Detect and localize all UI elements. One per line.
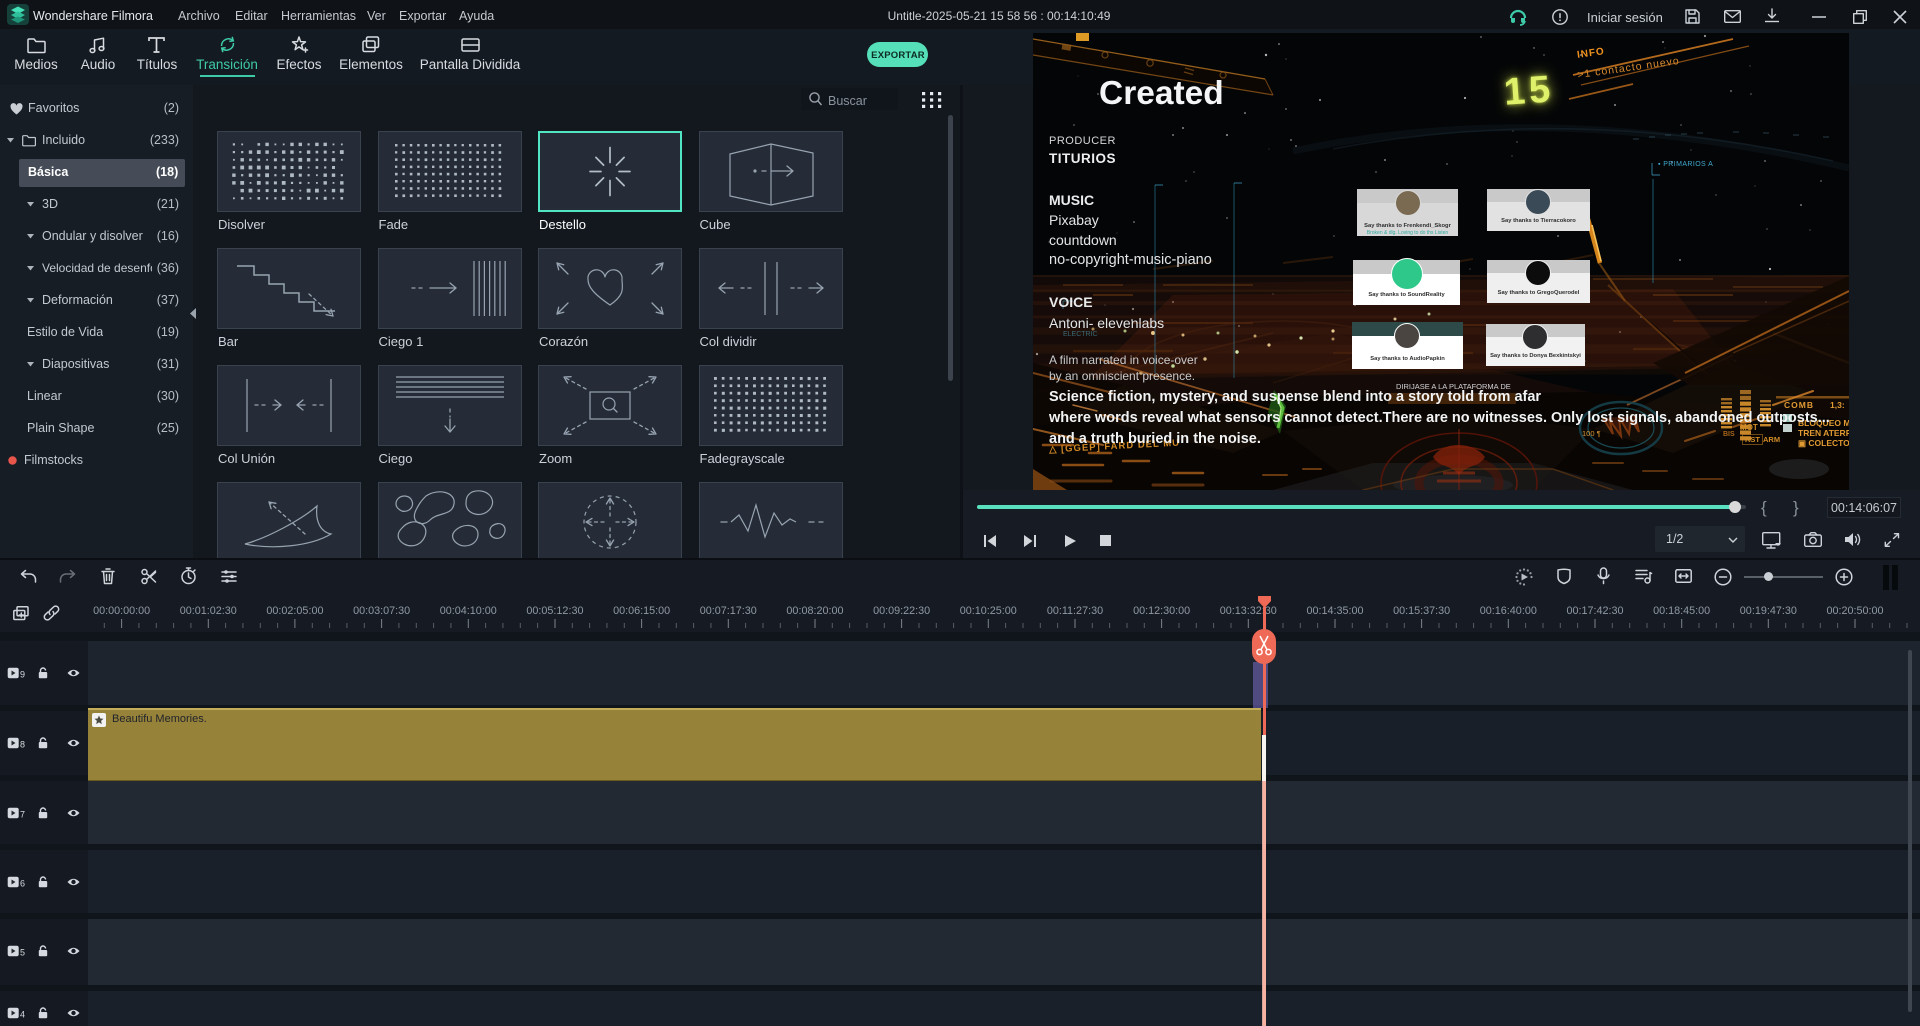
svg-text:7: 7 <box>20 809 25 819</box>
svg-text:8: 8 <box>20 740 25 750</box>
svg-text:6: 6 <box>20 878 25 888</box>
svg-text:9: 9 <box>20 670 25 680</box>
svg-text:4: 4 <box>20 1010 25 1020</box>
svg-text:5: 5 <box>20 948 25 958</box>
